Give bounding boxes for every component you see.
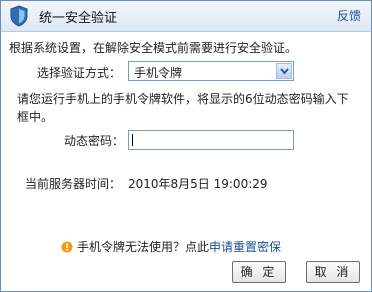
server-time-value: 2010年8月5日 19:00:29	[128, 177, 268, 191]
method-selected-value: 手机令牌	[134, 66, 183, 80]
reset-security-link[interactable]: 申请重置密保	[209, 240, 281, 254]
description-text: 根据系统设置，在解除安全模式前需要进行安全验证。	[9, 41, 298, 55]
help-text: 手机令牌无法使用？点此	[77, 240, 210, 254]
password-label: 动态密码：	[64, 134, 125, 148]
shield-icon	[9, 5, 29, 27]
title-bar: 统一安全验证 反馈	[1, 1, 371, 32]
method-label: 选择验证方式：	[37, 66, 122, 80]
cancel-button[interactable]: 取 消	[306, 261, 360, 283]
feedback-link[interactable]: 反馈	[337, 7, 361, 24]
server-time-label: 当前服务器时间：	[25, 177, 122, 191]
dynamic-password-input[interactable]	[128, 130, 294, 150]
verification-method-select[interactable]: 手机令牌	[128, 61, 294, 81]
info-icon	[61, 241, 73, 256]
dialog-title: 统一安全验证	[39, 11, 118, 26]
chevron-down-icon[interactable]	[276, 63, 292, 79]
security-verification-dialog: 统一安全验证 反馈 根据系统设置，在解除安全模式前需要进行安全验证。 选择验证方…	[0, 0, 372, 292]
ok-button[interactable]: 确 定	[232, 261, 286, 283]
text-caret	[132, 134, 133, 146]
instruction-text: 请您运行手机上的手机令牌软件，将显示的6位动态密码输入下框中。	[17, 92, 349, 124]
help-line: 手机令牌无法使用？点此申请重置密保	[61, 238, 281, 256]
